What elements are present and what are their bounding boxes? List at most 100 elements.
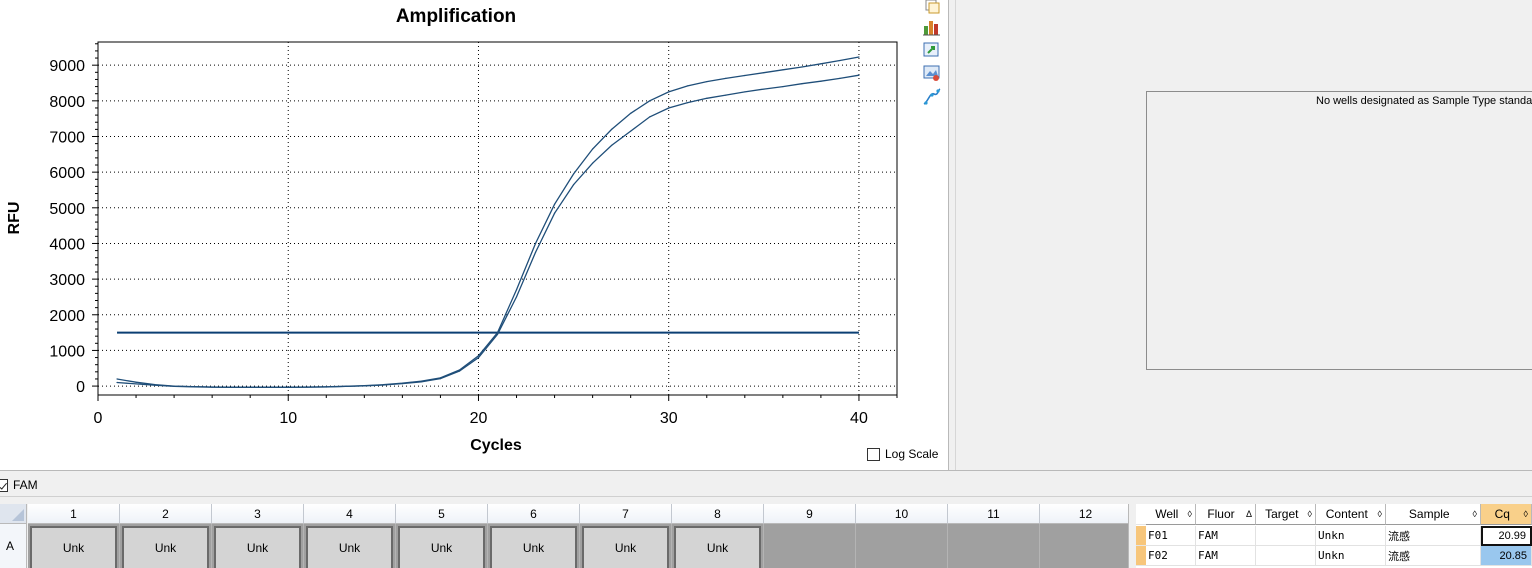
results-cell-sample[interactable]: 流感 bbox=[1386, 526, 1481, 546]
plate-column-header-5[interactable]: 5 bbox=[396, 504, 488, 524]
results-header-cq[interactable]: Cq ◊ bbox=[1481, 504, 1532, 525]
y-tick-label: 9000 bbox=[49, 58, 85, 75]
results-table: Well ◊ Fluor Δ Target ◊ Content ◊ Sample ◊ Cq ◊ F01 F… bbox=[1136, 504, 1532, 568]
y-tick-label: 7000 bbox=[49, 129, 85, 146]
results-header-content[interactable]: Content ◊ bbox=[1316, 504, 1386, 525]
plate-well-a6[interactable]: Unk bbox=[488, 524, 580, 568]
sort-icon[interactable]: ◊ bbox=[1308, 509, 1315, 519]
data-point bbox=[306, 386, 308, 388]
x-axis-title: Cycles bbox=[470, 437, 522, 454]
plate-row-header-a[interactable]: A bbox=[0, 524, 27, 568]
plate-well-a9[interactable] bbox=[764, 524, 856, 568]
plate-column-header-9[interactable]: 9 bbox=[764, 504, 856, 524]
results-cell-target[interactable] bbox=[1256, 546, 1316, 566]
sort-icon[interactable]: ◊ bbox=[1378, 509, 1385, 519]
amplification-chart-panel: Amplification 0 1000 2000 3000 4000 5000 6000 7… bbox=[0, 0, 948, 470]
data-point bbox=[592, 162, 594, 164]
plate-column-header-8[interactable]: 8 bbox=[672, 504, 764, 524]
results-header-target[interactable]: Target ◊ bbox=[1256, 504, 1316, 525]
plate-well-a5[interactable]: Unk bbox=[396, 524, 488, 568]
log-scale-toggle[interactable]: Log Scale bbox=[867, 446, 938, 462]
results-header-well[interactable]: Well ◊ bbox=[1146, 504, 1196, 525]
data-point bbox=[287, 386, 289, 388]
data-point bbox=[401, 382, 403, 385]
x-tick-label: 20 bbox=[470, 410, 488, 427]
data-point bbox=[515, 289, 518, 291]
data-point bbox=[211, 386, 213, 388]
results-cell-fluor[interactable]: FAM bbox=[1196, 526, 1256, 546]
copy-icon[interactable] bbox=[922, 0, 942, 18]
vertical-splitter[interactable] bbox=[948, 0, 956, 470]
sort-icon[interactable]: ◊ bbox=[1473, 509, 1480, 519]
plate-column-header-2[interactable]: 2 bbox=[120, 504, 212, 524]
results-cell-target[interactable] bbox=[1256, 526, 1316, 546]
y-tick-label: 2000 bbox=[49, 308, 85, 325]
plate-well-a7[interactable]: Unk bbox=[580, 524, 672, 568]
y-tick-label: 8000 bbox=[49, 94, 85, 111]
results-cell-content[interactable]: Unkn bbox=[1316, 546, 1386, 566]
plate-column-header-7[interactable]: 7 bbox=[580, 504, 672, 524]
data-point bbox=[649, 116, 651, 118]
sort-icon[interactable]: ◊ bbox=[1524, 509, 1531, 519]
plate-column-header-1[interactable]: 1 bbox=[28, 504, 120, 524]
data-point bbox=[116, 378, 118, 380]
plate-column-header-4[interactable]: 4 bbox=[304, 504, 396, 524]
bar-chart-icon[interactable] bbox=[922, 18, 942, 36]
data-point bbox=[706, 97, 708, 99]
data-point bbox=[382, 384, 384, 386]
results-header-fluor[interactable]: Fluor Δ bbox=[1196, 504, 1256, 525]
image-icon[interactable] bbox=[922, 64, 942, 82]
plate-well-a3[interactable]: Unk bbox=[212, 524, 304, 568]
results-cell-content[interactable]: Unkn bbox=[1316, 526, 1386, 546]
plate-well-a2[interactable]: Unk bbox=[120, 524, 212, 568]
amplification-chart[interactable]: Amplification 0 1000 2000 3000 4000 5000 6000 7… bbox=[0, 0, 948, 470]
plate-column-header-6[interactable]: 6 bbox=[488, 504, 580, 524]
results-cell-sample[interactable]: 流感 bbox=[1386, 546, 1481, 566]
data-point bbox=[344, 385, 346, 388]
plate-well-a11[interactable] bbox=[948, 524, 1040, 568]
sort-icon[interactable]: ◊ bbox=[1188, 509, 1195, 519]
export-icon[interactable] bbox=[922, 41, 942, 59]
well-content-label: Unk bbox=[122, 526, 209, 568]
plate-column-header-3[interactable]: 3 bbox=[212, 504, 304, 524]
curve-icon[interactable] bbox=[922, 88, 942, 106]
sort-icon[interactable]: Δ bbox=[1246, 509, 1255, 519]
plate-splitter[interactable] bbox=[1128, 504, 1136, 568]
plate-select-all[interactable] bbox=[0, 504, 27, 524]
data-point bbox=[820, 80, 822, 82]
plate-well-a1[interactable]: Unk bbox=[28, 524, 120, 568]
results-cell-cq[interactable]: 20.85 bbox=[1481, 546, 1532, 566]
row-selector[interactable] bbox=[1136, 526, 1146, 546]
standard-curve-panel: No wells designated as Sample Type stand… bbox=[956, 0, 1532, 470]
standard-curve-box: No wells designated as Sample Type stand… bbox=[1146, 91, 1532, 370]
results-cell-fluor[interactable]: FAM bbox=[1196, 546, 1256, 566]
data-point bbox=[230, 386, 232, 388]
fam-label: FAM bbox=[13, 478, 38, 492]
data-point bbox=[782, 85, 784, 88]
results-cell-well[interactable]: F01 bbox=[1146, 526, 1196, 546]
y-tick-label: 0 bbox=[76, 379, 85, 396]
y-tick-label: 3000 bbox=[49, 272, 85, 289]
plate-column-header-11[interactable]: 11 bbox=[948, 504, 1040, 524]
log-scale-checkbox[interactable] bbox=[867, 447, 880, 461]
plate-well-a8[interactable]: Unk bbox=[672, 524, 764, 568]
well-content-label: Unk bbox=[398, 526, 485, 568]
row-selector[interactable] bbox=[1136, 546, 1146, 566]
data-point bbox=[782, 69, 784, 71]
plate-well-a10[interactable] bbox=[856, 524, 948, 568]
data-point bbox=[763, 88, 765, 90]
plate-column-header-12[interactable]: 12 bbox=[1040, 504, 1132, 524]
results-header-sample[interactable]: Sample ◊ bbox=[1386, 504, 1481, 525]
y-tick-label: 5000 bbox=[49, 201, 85, 218]
data-point bbox=[363, 385, 365, 387]
plate-well-a4[interactable]: Unk bbox=[304, 524, 396, 568]
plate-well-a12[interactable] bbox=[1040, 524, 1132, 568]
y-tick-label: 1000 bbox=[49, 343, 85, 360]
fam-checkbox[interactable] bbox=[0, 478, 8, 492]
plate-column-header-10[interactable]: 10 bbox=[856, 504, 948, 524]
data-point bbox=[839, 77, 841, 79]
results-cell-cq[interactable]: 20.99 bbox=[1481, 526, 1532, 546]
data-point bbox=[858, 56, 860, 58]
results-cell-well[interactable]: F02 bbox=[1146, 546, 1196, 566]
data-point bbox=[496, 333, 499, 335]
